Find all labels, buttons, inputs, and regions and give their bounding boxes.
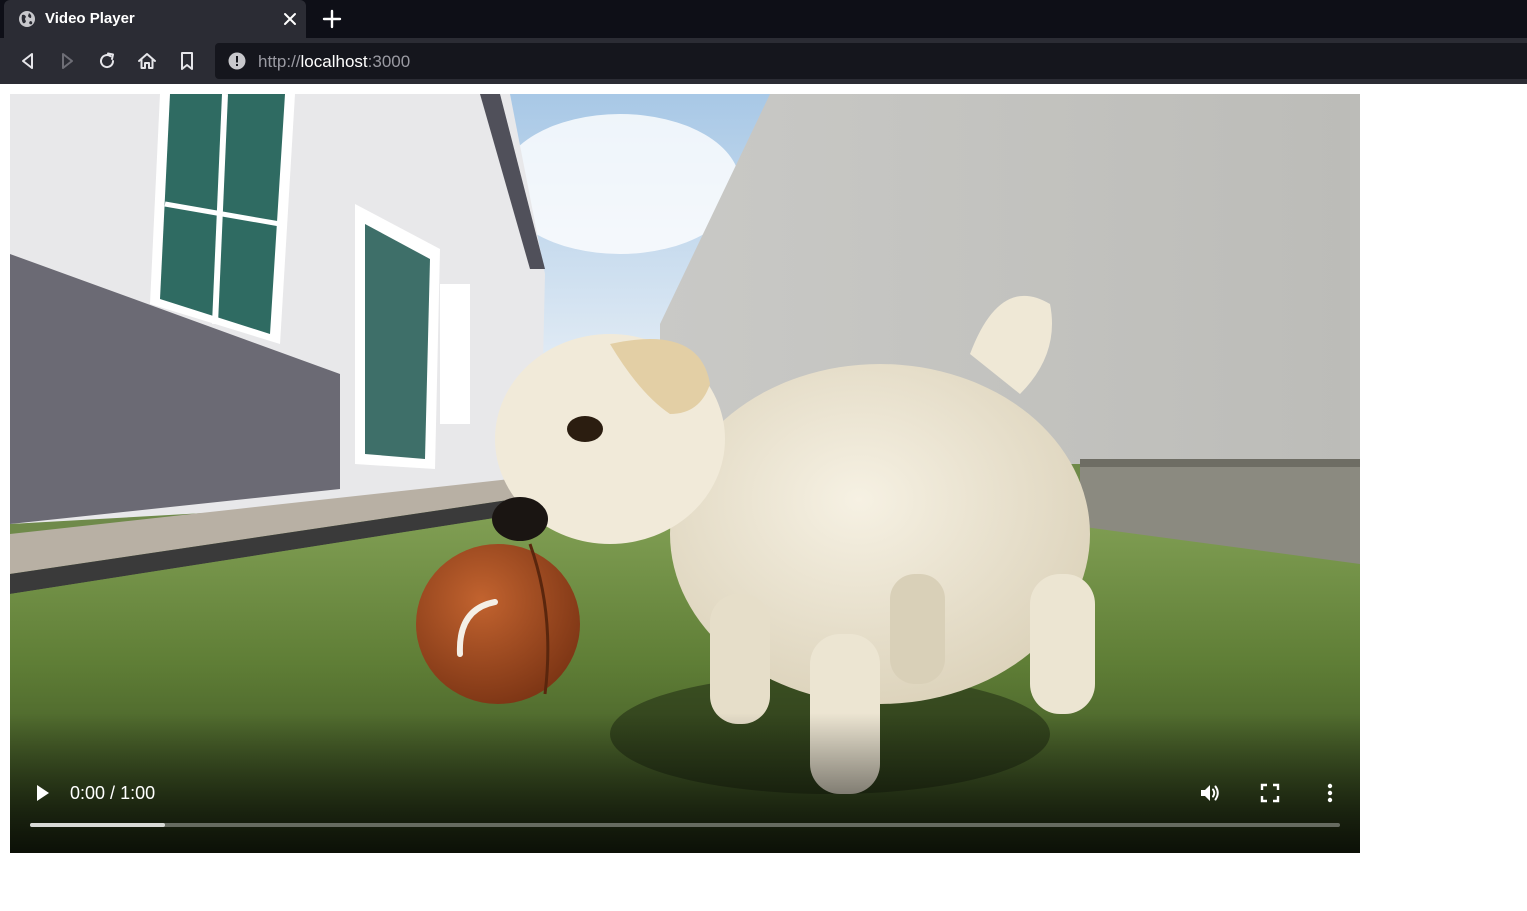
bookmark-icon[interactable] xyxy=(176,50,198,72)
fullscreen-icon[interactable] xyxy=(1258,781,1282,805)
current-time: 0:00 xyxy=(70,783,106,803)
address-bar[interactable]: http://localhost:3000 xyxy=(215,43,1527,79)
play-icon[interactable] xyxy=(30,781,54,805)
tab-strip: Video Player xyxy=(0,0,1527,38)
url-host: localhost xyxy=(300,52,368,71)
reload-icon[interactable] xyxy=(96,50,118,72)
url-scheme: http:// xyxy=(258,52,301,71)
home-icon[interactable] xyxy=(136,50,158,72)
info-icon[interactable] xyxy=(228,52,246,70)
url-port: :3000 xyxy=(367,52,411,71)
tab-video-player[interactable]: Video Player xyxy=(4,0,306,38)
globe-icon xyxy=(19,11,35,27)
plus-icon[interactable] xyxy=(322,9,342,29)
seek-bar[interactable] xyxy=(30,823,1340,827)
time-display: 0:00 / 1:00 xyxy=(70,783,155,804)
url-text[interactable]: http://localhost:3000 xyxy=(258,52,410,72)
tab-title: Video Player xyxy=(45,10,135,27)
more-options-icon[interactable] xyxy=(1318,781,1342,805)
controls-overlay xyxy=(10,713,1360,853)
forward-icon[interactable] xyxy=(56,50,78,72)
back-icon[interactable] xyxy=(17,50,39,72)
close-icon[interactable] xyxy=(282,11,298,27)
browser-toolbar: http://localhost:3000 xyxy=(0,38,1527,84)
volume-icon[interactable] xyxy=(1198,781,1222,805)
time-separator: / xyxy=(105,783,121,803)
seek-buffered xyxy=(30,823,165,827)
video-player[interactable]: 0:00 / 1:00 xyxy=(10,94,1360,853)
duration: 1:00 xyxy=(120,783,156,803)
